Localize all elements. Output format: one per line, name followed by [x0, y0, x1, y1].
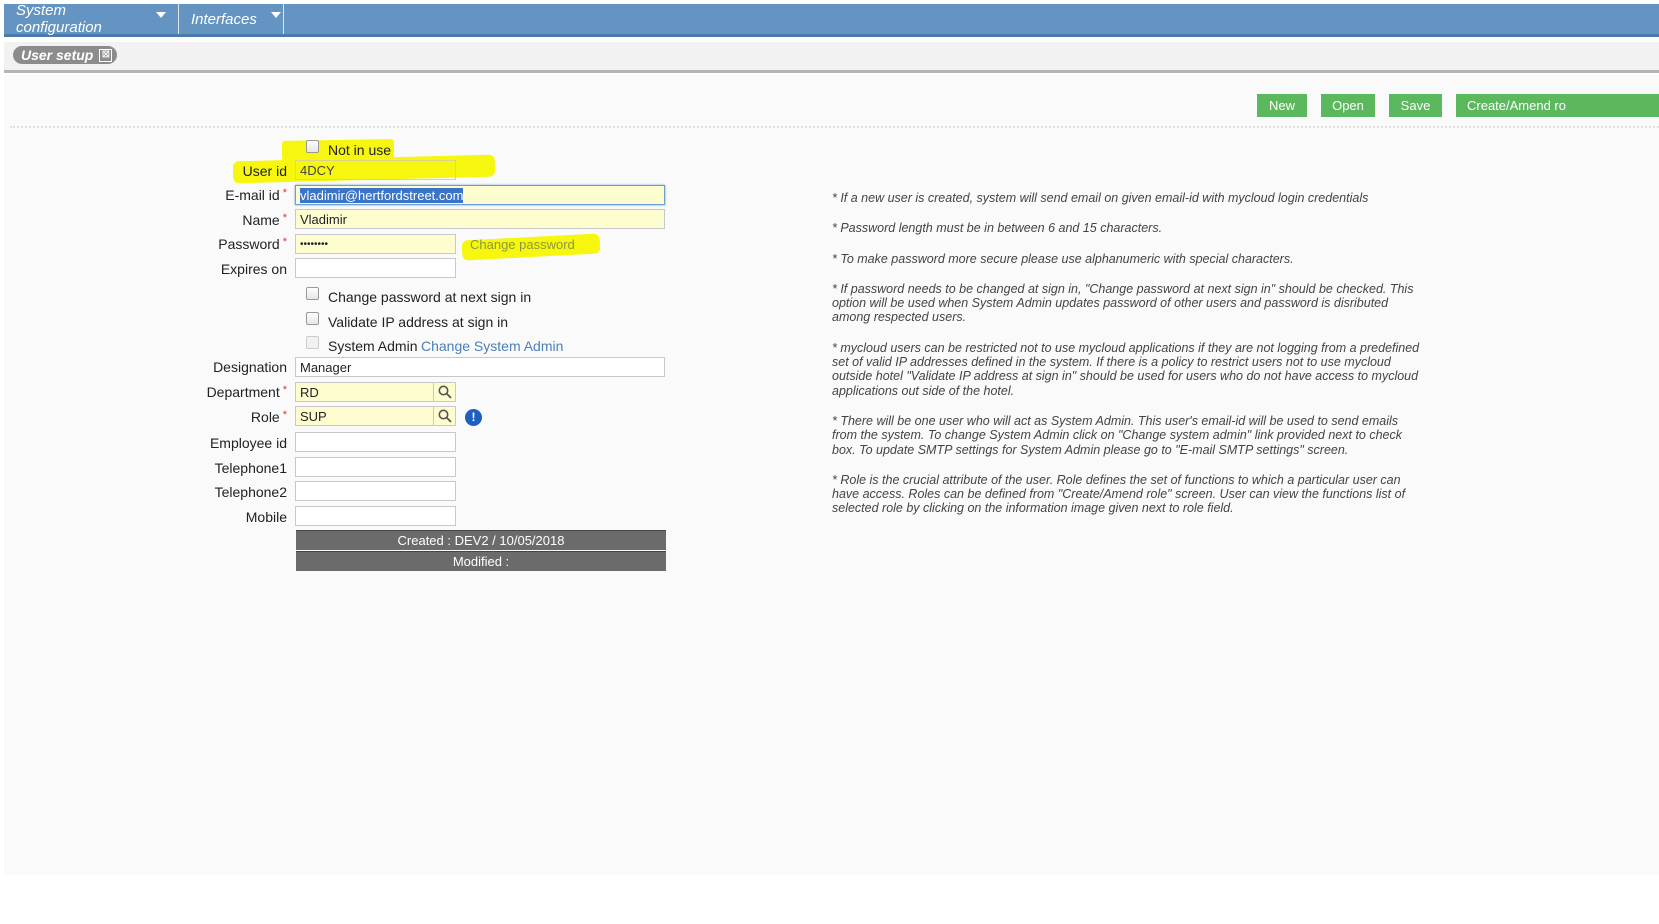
expires-label: Expires on — [220, 261, 287, 277]
telephone1-label: Telephone1 — [214, 460, 287, 476]
change-password-next-checkbox[interactable] — [306, 287, 319, 300]
note-item: * Role is the crucial attribute of the u… — [832, 472, 1406, 516]
modified-info: Modified : — [296, 551, 666, 571]
tab-bar: User setup ⊠ — [4, 42, 1659, 73]
employee-id-field[interactable] — [295, 432, 456, 452]
create-amend-role-button[interactable]: Create/Amend ro — [1456, 94, 1659, 117]
role-field[interactable]: SUP — [295, 406, 456, 426]
user-id-field[interactable]: 4DCY — [295, 160, 456, 180]
telephone2-field[interactable] — [295, 481, 456, 501]
not-in-use-label: Not in use — [328, 142, 392, 158]
email-label: E-mail id * — [225, 187, 287, 203]
tab-user-setup[interactable]: User setup ⊠ — [13, 46, 118, 64]
change-password-link[interactable]: Change password — [470, 237, 575, 252]
note-item: * mycloud users can be restricted not to… — [832, 340, 1420, 398]
employee-id-label: Employee id — [209, 435, 287, 451]
validate-ip-checkbox[interactable] — [306, 312, 319, 325]
change-system-admin-link[interactable]: Change System Admin — [421, 338, 563, 354]
role-info-icon[interactable]: ! — [465, 409, 482, 426]
help-notes: * If a new user is created, system will … — [832, 191, 1422, 532]
mobile-label: Mobile — [245, 509, 287, 525]
email-field[interactable]: vladimir@hertfordstreet.com — [295, 185, 665, 205]
department-search-button[interactable] — [433, 382, 456, 402]
telephone1-field[interactable] — [295, 457, 456, 477]
save-button[interactable]: Save — [1389, 94, 1442, 117]
menu-label: Interfaces — [191, 10, 257, 28]
search-icon — [438, 409, 452, 423]
close-icon[interactable]: ⊠ — [99, 48, 113, 62]
menu-interfaces[interactable]: Interfaces — [179, 4, 284, 34]
mobile-field[interactable] — [295, 506, 456, 526]
user-id-label: User id — [242, 163, 287, 179]
name-field[interactable]: Vladimir — [295, 209, 665, 229]
note-item: * If a new user is created, system will … — [832, 191, 1369, 205]
new-button[interactable]: New — [1257, 94, 1307, 117]
department-field[interactable]: RD — [295, 382, 456, 402]
expires-field[interactable] — [295, 258, 456, 278]
not-in-use-checkbox[interactable] — [306, 140, 319, 153]
open-button[interactable]: Open — [1321, 94, 1375, 117]
system-admin-label: System Admin — [328, 338, 418, 354]
note-item: * Password length must be in between 6 a… — [832, 221, 1163, 236]
name-label: Name * — [242, 212, 287, 228]
role-label: Role * — [250, 409, 287, 425]
chevron-down-icon — [156, 12, 166, 18]
menu-label: System configuration — [16, 2, 102, 36]
validate-ip-label: Validate IP address at sign in — [328, 314, 509, 330]
chevron-down-icon — [270, 12, 281, 18]
divider — [10, 126, 1659, 128]
role-search-button[interactable] — [433, 406, 456, 426]
search-icon — [438, 385, 452, 399]
designation-label: Designation — [213, 359, 287, 375]
created-info: Created : DEV2 / 10/05/2018 — [296, 530, 666, 550]
system-admin-checkbox — [306, 336, 319, 349]
email-value: vladimir@hertfordstreet.com — [300, 188, 464, 203]
menu-system-configuration[interactable]: System configuration — [4, 2, 179, 36]
department-value: RD — [300, 385, 319, 400]
department-label: Department * — [206, 384, 287, 400]
note-item: * To make password more secure please us… — [832, 251, 1294, 266]
password-field[interactable]: •••••••• — [295, 234, 456, 254]
password-label: Password * — [218, 236, 287, 252]
role-value: SUP — [300, 409, 327, 424]
top-menu-bar: System configuration Interfaces — [4, 2, 1659, 37]
designation-field[interactable]: Manager — [295, 357, 665, 377]
note-item: * There will be one user who will act as… — [832, 413, 1403, 457]
change-password-next-label: Change password at next sign in — [328, 289, 532, 305]
telephone2-label: Telephone2 — [214, 484, 287, 500]
tab-label: User setup — [21, 47, 94, 63]
note-item: * If password needs to be changed at sig… — [832, 281, 1414, 325]
